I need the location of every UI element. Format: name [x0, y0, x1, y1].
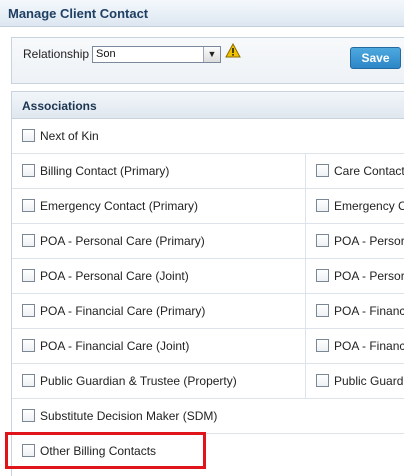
public-guardian-trustee-property-label: Public Guardian & Trustee (Property) [40, 374, 237, 388]
association-cell: Substitute Decision Maker (SDM) [12, 399, 305, 433]
poa-personal-label: POA - Persor [334, 269, 404, 283]
poa-financial-checkbox[interactable] [316, 339, 329, 352]
next-of-kin-label: Next of Kin [40, 129, 99, 143]
association-cell: Next of Kin [12, 119, 305, 153]
association-cell: Emergency C [305, 189, 404, 223]
save-button[interactable]: Save [350, 47, 401, 69]
association-row: Billing Contact (Primary) Care Contact [12, 154, 404, 189]
poa-personal-care-joint-checkbox[interactable] [22, 269, 35, 282]
associations-title: Associations [22, 99, 97, 113]
association-cell: POA - Persor [305, 259, 404, 293]
poa-personal-care-primary-label: POA - Personal Care (Primary) [40, 234, 205, 248]
care-contact-checkbox[interactable] [316, 164, 329, 177]
emergency-contact-primary-checkbox[interactable] [22, 199, 35, 212]
association-cell: Public Guardi [305, 364, 404, 398]
association-row: POA - Financial Care (Joint) POA - Finan… [12, 329, 404, 364]
care-contact-label: Care Contact [334, 164, 404, 178]
poa-personal-checkbox[interactable] [316, 234, 329, 247]
poa-personal-care-joint-label: POA - Personal Care (Joint) [40, 269, 189, 283]
association-row: POA - Financial Care (Primary) POA - Fin… [12, 294, 404, 329]
poa-financial-checkbox[interactable] [316, 304, 329, 317]
billing-contact-primary-label: Billing Contact (Primary) [40, 164, 170, 178]
association-row: POA - Personal Care (Joint) POA - Persor [12, 259, 404, 294]
associations-panel: Associations Next of Kin Billing Contact… [11, 91, 404, 476]
poa-personal-label: POA - Persor [334, 234, 404, 248]
association-cell: POA - Personal Care (Joint) [12, 259, 305, 293]
relationship-panel: Relationship Son ▼ Save [11, 37, 404, 84]
relationship-label: Relationship [23, 47, 90, 61]
page-title: Manage Client Contact [8, 6, 149, 21]
association-cell: POA - Financ [305, 329, 404, 363]
title-bar: Manage Client Contact [0, 0, 404, 27]
substitute-decision-maker-checkbox[interactable] [22, 409, 35, 422]
relationship-select[interactable]: Son ▼ [92, 46, 221, 63]
chevron-down-icon[interactable]: ▼ [203, 47, 220, 62]
emergency-contact-label: Emergency C [334, 199, 404, 213]
associations-header: Associations [12, 92, 404, 119]
poa-personal-checkbox[interactable] [316, 269, 329, 282]
poa-financial-label: POA - Financ [334, 304, 404, 318]
relationship-select-value: Son [96, 48, 116, 60]
public-guardian-checkbox[interactable] [316, 374, 329, 387]
association-cell: Public Guardian & Trustee (Property) [12, 364, 305, 398]
poa-financial-label: POA - Financ [334, 339, 404, 353]
billing-contact-primary-checkbox[interactable] [22, 164, 35, 177]
emergency-contact-checkbox[interactable] [316, 199, 329, 212]
substitute-decision-maker-label: Substitute Decision Maker (SDM) [40, 409, 218, 423]
poa-financial-care-joint-checkbox[interactable] [22, 339, 35, 352]
association-cell: POA - Financial Care (Joint) [12, 329, 305, 363]
association-cell: Emergency Contact (Primary) [12, 189, 305, 223]
warning-icon [225, 43, 241, 58]
association-row: Next of Kin [12, 119, 404, 154]
association-row: Emergency Contact (Primary) Emergency C [12, 189, 404, 224]
association-row: POA - Personal Care (Primary) POA - Pers… [12, 224, 404, 259]
poa-financial-care-joint-label: POA - Financial Care (Joint) [40, 339, 190, 353]
poa-financial-care-primary-label: POA - Financial Care (Primary) [40, 304, 206, 318]
association-cell: Care Contact [305, 154, 404, 188]
association-row: Public Guardian & Trustee (Property) Pub… [12, 364, 404, 399]
association-cell: Billing Contact (Primary) [12, 154, 305, 188]
emergency-contact-primary-label: Emergency Contact (Primary) [40, 199, 199, 213]
poa-personal-care-primary-checkbox[interactable] [22, 234, 35, 247]
association-cell: POA - Financ [305, 294, 404, 328]
association-cell: POA - Financial Care (Primary) [12, 294, 305, 328]
public-guardian-trustee-property-checkbox[interactable] [22, 374, 35, 387]
association-row: Substitute Decision Maker (SDM) [12, 399, 404, 434]
highlight-box [5, 432, 206, 469]
association-cell: POA - Persor [305, 224, 404, 258]
association-cell: POA - Personal Care (Primary) [12, 224, 305, 258]
public-guardian-label: Public Guardi [334, 374, 404, 388]
next-of-kin-checkbox[interactable] [22, 129, 35, 142]
poa-financial-care-primary-checkbox[interactable] [22, 304, 35, 317]
